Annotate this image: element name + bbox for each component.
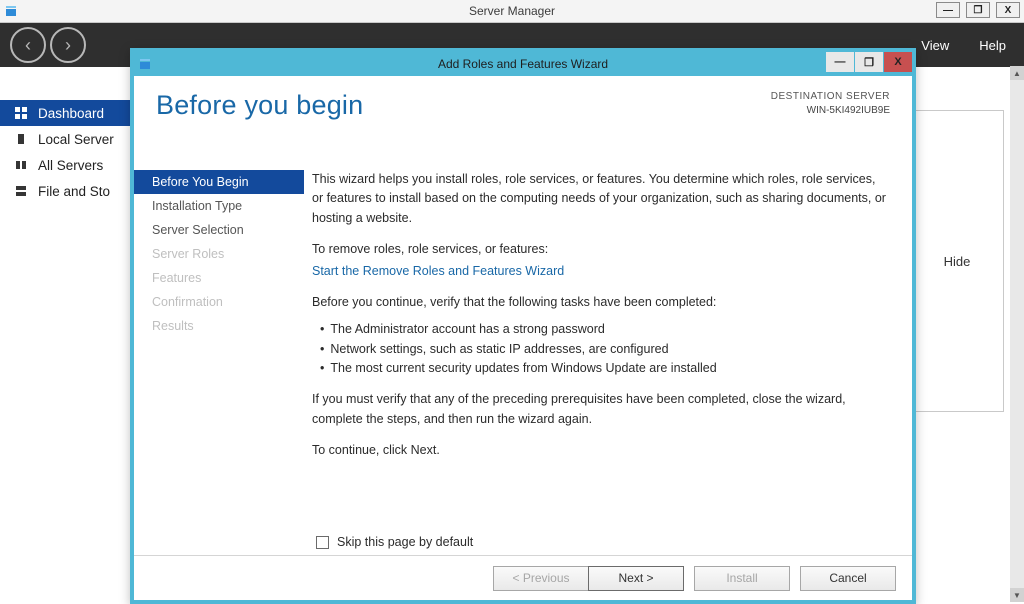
sidebar-item-label: Local Server (38, 132, 114, 147)
prerequisite-list: The Administrator account has a strong p… (312, 320, 886, 378)
prerequisite-item: The most current security updates from W… (320, 359, 886, 378)
remove-roles-link[interactable]: Start the Remove Roles and Features Wiza… (312, 264, 564, 278)
app-icon (4, 4, 18, 18)
nav-button-group: < Previous Next > (493, 566, 684, 591)
sm-maximize-button[interactable]: ❐ (966, 2, 990, 18)
server-manager-window: Server Manager — ❐ X ‹ › View Help Dashb… (0, 0, 1024, 602)
sidebar-item-all-servers[interactable]: All Servers (0, 152, 150, 178)
sidebar-item-local-server[interactable]: Local Server (0, 126, 150, 152)
cancel-button[interactable]: Cancel (800, 566, 896, 591)
chevron-left-icon: ‹ (25, 35, 31, 56)
add-roles-wizard: Add Roles and Features Wizard — ❐ X Befo… (130, 48, 916, 604)
sidebar-item-label: Dashboard (38, 106, 104, 121)
must-verify-text: If you must verify that any of the prece… (312, 390, 886, 429)
wizard-maximize-button[interactable]: ❐ (854, 52, 883, 72)
destination-server: DESTINATION SERVER WIN-5KI492IUB9E (771, 90, 890, 118)
sm-close-button[interactable]: X (996, 2, 1020, 18)
sm-title: Server Manager (469, 4, 555, 18)
wizard-titlebar: Add Roles and Features Wizard — ❐ X (134, 52, 912, 76)
wizard-body: Before You Begin Installation Type Serve… (134, 166, 912, 531)
sidebar-item-storage[interactable]: File and Sto (0, 178, 150, 204)
prerequisite-item: Network settings, such as static IP addr… (320, 340, 886, 359)
wizard-content: This wizard helps you install roles, rol… (304, 166, 890, 531)
step-server-roles: Server Roles (134, 242, 304, 266)
dashboard-icon (14, 106, 28, 120)
destination-label: DESTINATION SERVER (771, 90, 890, 104)
sm-window-controls: — ❐ X (936, 2, 1020, 18)
remove-title: To remove roles, role services, or featu… (312, 240, 886, 259)
verify-title: Before you continue, verify that the fol… (312, 293, 886, 312)
sm-toolbar-menu: View Help (921, 38, 1006, 53)
step-before-you-begin[interactable]: Before You Begin (134, 170, 304, 194)
sm-sidebar: Dashboard Local Server All Servers File … (0, 100, 150, 400)
storage-icon (14, 184, 28, 198)
prerequisite-item: The Administrator account has a strong p… (320, 320, 886, 339)
step-confirmation: Confirmation (134, 290, 304, 314)
nav-forward-button[interactable]: › (50, 27, 86, 63)
chevron-right-icon: › (65, 35, 71, 56)
intro-text: This wizard helps you install roles, rol… (312, 170, 886, 228)
sm-minimize-button[interactable]: — (936, 2, 960, 18)
main-scrollbar[interactable]: ▲ ▼ (1010, 66, 1024, 602)
destination-server-name: WIN-5KI492IUB9E (771, 104, 890, 118)
wizard-footer: < Previous Next > Install Cancel (134, 555, 912, 600)
servers-icon (14, 158, 28, 172)
next-button[interactable]: Next > (588, 566, 684, 591)
sidebar-item-dashboard[interactable]: Dashboard (0, 100, 150, 126)
wizard-heading: Before you begin (156, 90, 363, 121)
skip-checkbox[interactable] (316, 536, 329, 549)
wizard-title: Add Roles and Features Wizard (438, 57, 608, 71)
step-server-selection[interactable]: Server Selection (134, 218, 304, 242)
nav-back-button[interactable]: ‹ (10, 27, 46, 63)
hide-panel: Hide (910, 110, 1004, 412)
hide-link[interactable]: Hide (944, 254, 971, 269)
wizard-minimize-button[interactable]: — (825, 52, 854, 72)
continue-hint: To continue, click Next. (312, 441, 886, 460)
sidebar-item-label: File and Sto (38, 184, 110, 199)
wizard-step-list: Before You Begin Installation Type Serve… (134, 166, 304, 531)
step-installation-type[interactable]: Installation Type (134, 194, 304, 218)
step-results: Results (134, 314, 304, 338)
wizard-header: Before you begin DESTINATION SERVER WIN-… (134, 76, 912, 166)
install-button[interactable]: Install (694, 566, 790, 591)
sm-titlebar: Server Manager — ❐ X (0, 0, 1024, 23)
wizard-close-button[interactable]: X (883, 52, 912, 72)
scroll-up-button[interactable]: ▲ (1010, 66, 1024, 80)
skip-label: Skip this page by default (337, 535, 473, 549)
sidebar-item-label: All Servers (38, 158, 103, 173)
menu-view[interactable]: View (921, 38, 949, 53)
wizard-app-icon (138, 57, 152, 71)
menu-help[interactable]: Help (979, 38, 1006, 53)
skip-row: Skip this page by default (134, 531, 912, 555)
step-features: Features (134, 266, 304, 290)
scroll-down-button[interactable]: ▼ (1010, 588, 1024, 602)
server-icon (14, 132, 28, 146)
wizard-window-controls: — ❐ X (825, 52, 912, 72)
previous-button[interactable]: < Previous (493, 566, 589, 591)
